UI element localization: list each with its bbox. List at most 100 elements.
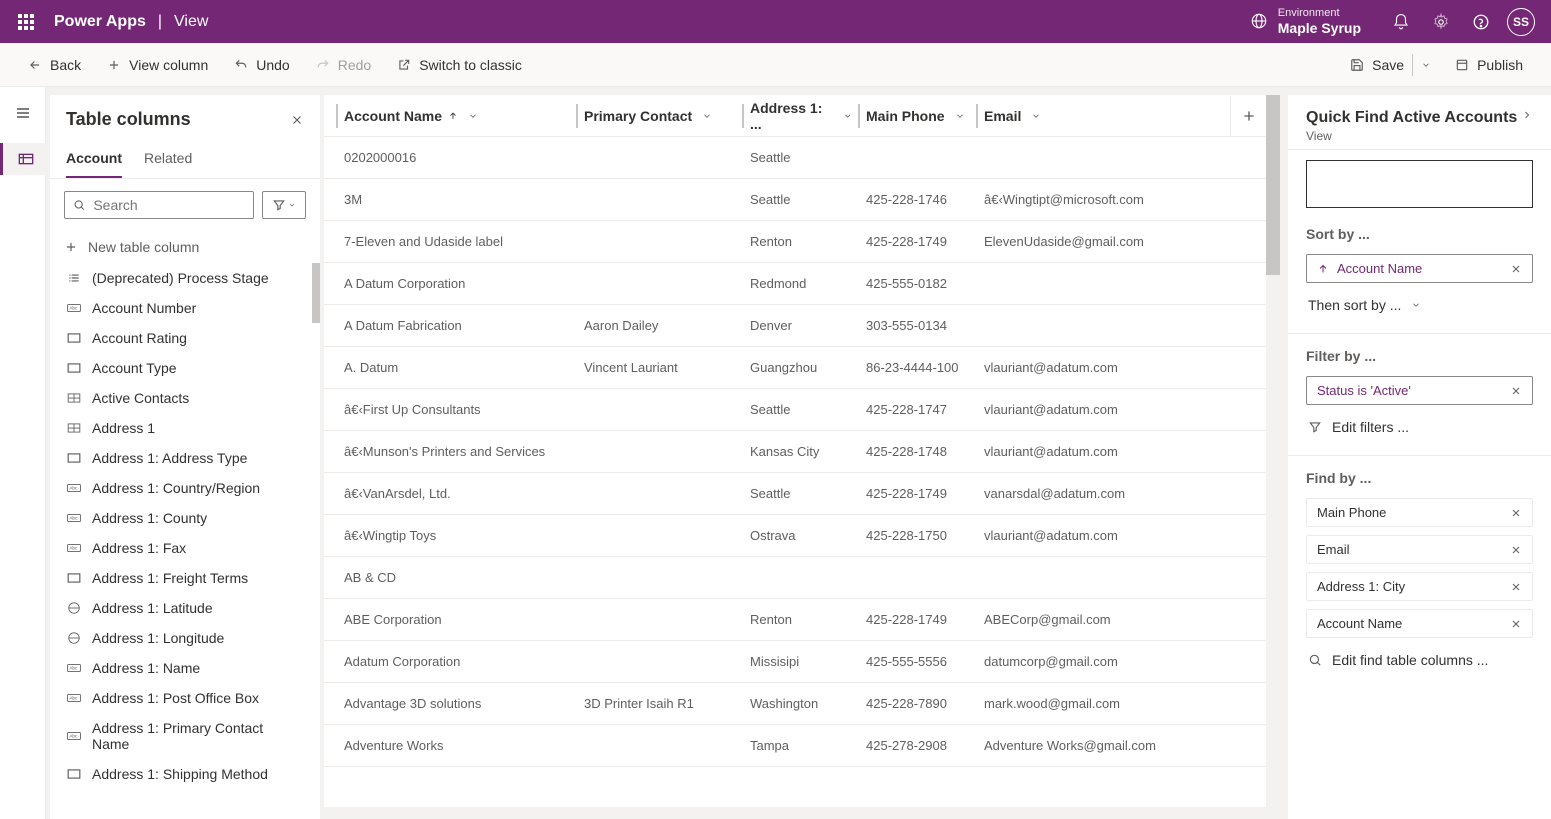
find-pill[interactable]: Address 1: City: [1306, 572, 1533, 601]
search-input-wrap[interactable]: [64, 191, 254, 219]
col-header-label: Primary Contact: [584, 108, 692, 124]
table-row[interactable]: Adatum CorporationMissisipi425-555-5556d…: [324, 641, 1266, 683]
column-list[interactable]: (Deprecated) Process StageAbcAccount Num…: [50, 263, 320, 819]
column-item[interactable]: Address 1: Latitude: [50, 593, 320, 623]
publish-label: Publish: [1477, 57, 1523, 73]
column-item[interactable]: Address 1: Shipping Method: [50, 759, 320, 789]
tab-related[interactable]: Related: [144, 142, 192, 178]
waffle-icon[interactable]: [10, 14, 42, 30]
cell-city: Washington: [742, 696, 858, 711]
column-item[interactable]: Active Contacts: [50, 383, 320, 413]
edit-find-columns-link[interactable]: Edit find table columns ...: [1306, 646, 1533, 674]
table-row[interactable]: A Datum FabricationAaron DaileyDenver303…: [324, 305, 1266, 347]
collapse-panel-button[interactable]: [1521, 109, 1533, 121]
find-pill[interactable]: Main Phone: [1306, 498, 1533, 527]
undo-icon: [234, 58, 248, 72]
close-panel-button[interactable]: [290, 113, 304, 127]
grid-vertical-scrollbar[interactable]: [1266, 95, 1280, 819]
scrollbar-thumb[interactable]: [312, 263, 320, 323]
column-item[interactable]: AbcAddress 1: Country/Region: [50, 473, 320, 503]
table-row[interactable]: â€‹First Up ConsultantsSeattle425-228-17…: [324, 389, 1266, 431]
settings-icon[interactable]: [1421, 1, 1461, 43]
column-item[interactable]: Address 1: Address Type: [50, 443, 320, 473]
cell-account-name: Advantage 3D solutions: [336, 696, 576, 711]
view-column-button[interactable]: View column: [97, 51, 218, 79]
user-avatar[interactable]: SS: [1501, 1, 1541, 43]
find-pill[interactable]: Email: [1306, 535, 1533, 564]
search-input[interactable]: [93, 197, 245, 213]
notifications-icon[interactable]: [1381, 1, 1421, 43]
help-icon[interactable]: [1461, 1, 1501, 43]
description-textarea[interactable]: [1306, 160, 1533, 208]
column-item[interactable]: AbcAccount Number: [50, 293, 320, 323]
environment-picker[interactable]: Environment Maple Syrup: [1250, 7, 1361, 37]
save-button[interactable]: Save: [1340, 51, 1412, 79]
cell-account-name: â€‹Munson's Printers and Services: [336, 444, 576, 459]
sort-pill-account-name[interactable]: Account Name: [1306, 254, 1533, 283]
table-row[interactable]: 7-Eleven and Udaside labelRenton425-228-…: [324, 221, 1266, 263]
cell-phone: 86-23-4444-100: [858, 360, 976, 375]
edit-filters-link[interactable]: Edit filters ...: [1306, 413, 1533, 441]
column-item[interactable]: AbcAddress 1: Primary Contact Name: [50, 713, 320, 759]
cell-account-name: A Datum Corporation: [336, 276, 576, 291]
col-header-primary-contact[interactable]: Primary Contact: [576, 104, 742, 128]
remove-find-button[interactable]: [1504, 618, 1522, 630]
new-table-column[interactable]: New table column: [50, 231, 320, 263]
column-item[interactable]: AbcAddress 1: County: [50, 503, 320, 533]
col-header-account-name[interactable]: Account Name: [336, 104, 576, 128]
new-col-label: New table column: [88, 239, 199, 255]
grid-body[interactable]: 0202000016Seattle3MSeattle425-228-1746â€…: [324, 137, 1266, 819]
table-row[interactable]: â€‹Wingtip ToysOstrava425-228-1750vlauri…: [324, 515, 1266, 557]
table-row[interactable]: A. DatumVincent LauriantGuangzhou86-23-4…: [324, 347, 1266, 389]
column-item[interactable]: Address 1: Longitude: [50, 623, 320, 653]
cell-email: vlauriant@adatum.com: [976, 528, 1236, 543]
column-item-label: Address 1: Name: [92, 660, 200, 676]
find-pill[interactable]: Account Name: [1306, 609, 1533, 638]
col-header-address1[interactable]: Address 1: ...: [742, 104, 858, 128]
back-button[interactable]: Back: [18, 51, 91, 79]
table-row[interactable]: 0202000016Seattle: [324, 137, 1266, 179]
remove-find-button[interactable]: [1504, 581, 1522, 593]
column-item[interactable]: AbcAddress 1: Name: [50, 653, 320, 683]
remove-find-button[interactable]: [1504, 507, 1522, 519]
table-row[interactable]: Advantage 3D solutions3D Printer Isaih R…: [324, 683, 1266, 725]
remove-sort-button[interactable]: [1504, 263, 1522, 275]
find-pill-label: Address 1: City: [1317, 579, 1504, 594]
table-row[interactable]: â€‹VanArsdel, Ltd.Seattle425-228-1749van…: [324, 473, 1266, 515]
table-row[interactable]: A Datum CorporationRedmond425-555-0182: [324, 263, 1266, 305]
scrollbar-thumb[interactable]: [1266, 95, 1280, 275]
column-item[interactable]: Account Type: [50, 353, 320, 383]
undo-button[interactable]: Undo: [224, 51, 299, 79]
table-row[interactable]: AB & CD: [324, 557, 1266, 599]
cell-phone: 303-555-0134: [858, 318, 976, 333]
tab-account[interactable]: Account: [66, 142, 122, 178]
grid-horizontal-scrollbar[interactable]: [324, 807, 1266, 819]
table-row[interactable]: ABE CorporationRenton425-228-1749ABECorp…: [324, 599, 1266, 641]
column-item[interactable]: AbcAddress 1: Post Office Box: [50, 683, 320, 713]
grid-header: Account Name Primary Contact Address 1: …: [324, 95, 1266, 137]
table-row[interactable]: â€‹Munson's Printers and ServicesKansas …: [324, 431, 1266, 473]
col-header-email[interactable]: Email: [976, 104, 1156, 128]
filter-pill-status[interactable]: Status is 'Active': [1306, 376, 1533, 405]
remove-filter-button[interactable]: [1504, 385, 1522, 397]
column-item[interactable]: (Deprecated) Process Stage: [50, 263, 320, 293]
filter-dropdown[interactable]: [262, 191, 306, 219]
rail-column-tool[interactable]: [0, 143, 46, 175]
rail-hamburger[interactable]: [7, 97, 39, 129]
table-row[interactable]: Adventure WorksTampa425-278-2908Adventur…: [324, 725, 1266, 767]
publish-button[interactable]: Publish: [1445, 51, 1533, 79]
switch-classic-button[interactable]: Switch to classic: [387, 51, 532, 79]
chevron-down-icon: [702, 111, 712, 121]
then-sort-by-dropdown[interactable]: Then sort by ...: [1306, 291, 1533, 319]
filter-icon: [272, 198, 286, 212]
save-dropdown[interactable]: [1412, 54, 1439, 76]
add-column-button[interactable]: [1230, 96, 1266, 136]
column-item[interactable]: Address 1: [50, 413, 320, 443]
column-item[interactable]: Account Rating: [50, 323, 320, 353]
column-item[interactable]: Address 1: Freight Terms: [50, 563, 320, 593]
cell-account-name: â€‹VanArsdel, Ltd.: [336, 486, 576, 501]
col-header-main-phone[interactable]: Main Phone: [858, 104, 976, 128]
remove-find-button[interactable]: [1504, 544, 1522, 556]
column-item[interactable]: AbcAddress 1: Fax: [50, 533, 320, 563]
table-row[interactable]: 3MSeattle425-228-1746â€‹Wingtipt@microso…: [324, 179, 1266, 221]
